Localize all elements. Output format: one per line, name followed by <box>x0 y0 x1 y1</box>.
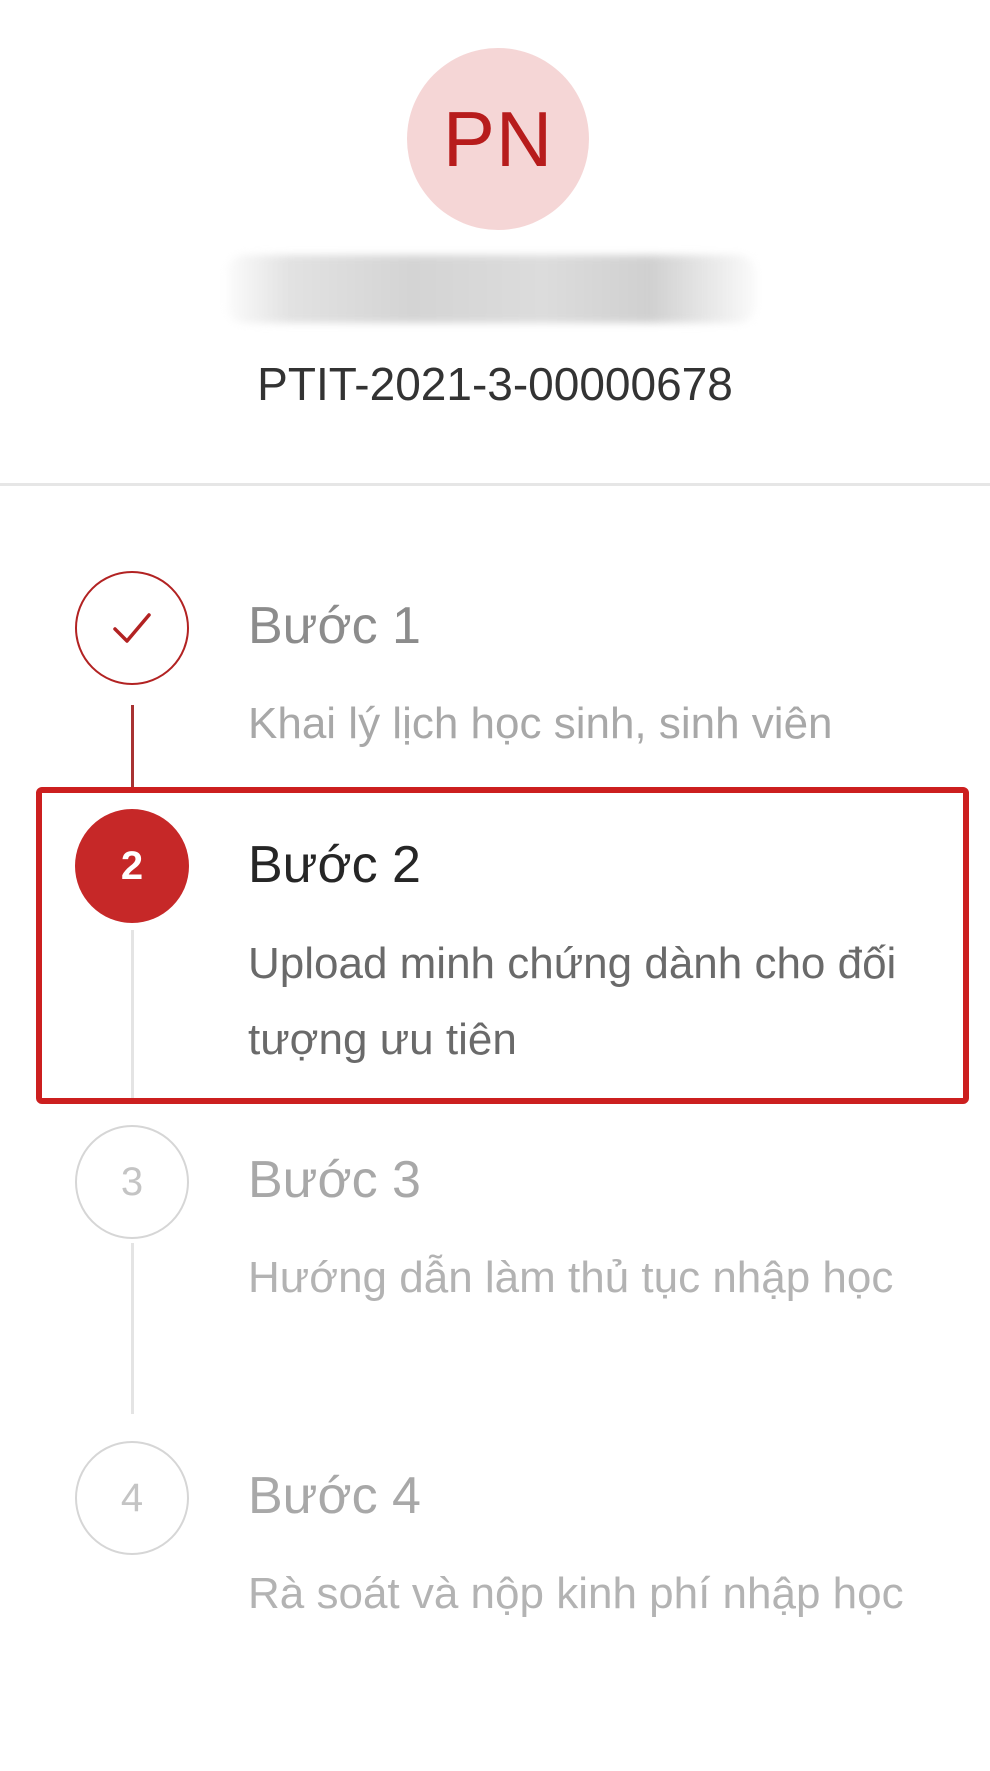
step-1-title[interactable]: Bước 1 <box>248 596 421 656</box>
step-3-indicator[interactable]: 3 <box>75 1125 189 1239</box>
step-1-description: Khai lý lịch học sinh, sinh viên <box>248 699 833 748</box>
check-icon <box>113 613 151 643</box>
active-step-highlight <box>36 787 969 1104</box>
step-4-title[interactable]: Bước 4 <box>248 1466 421 1526</box>
avatar: PN <box>407 48 589 230</box>
step-3-title[interactable]: Bước 3 <box>248 1150 421 1210</box>
step-4-indicator[interactable]: 4 <box>75 1441 189 1555</box>
avatar-initials: PN <box>442 94 554 183</box>
student-name-redacted <box>226 255 756 323</box>
step-3-number: 3 <box>120 1159 144 1204</box>
step-3-description: Hướng dẫn làm thủ tục nhập học <box>248 1253 894 1302</box>
step-connector <box>131 705 134 787</box>
step-1-indicator[interactable] <box>75 571 189 685</box>
student-id: PTIT-2021-3-00000678 <box>257 358 733 410</box>
divider <box>0 483 990 486</box>
enrollment-steps-panel: PN PTIT-2021-3-00000678 Bước 1 Khai lý l… <box>0 0 990 1771</box>
step-4-description: Rà soát và nộp kinh phí nhập học <box>248 1569 904 1618</box>
step-connector <box>131 1243 134 1414</box>
step-4-number: 4 <box>120 1475 144 1520</box>
